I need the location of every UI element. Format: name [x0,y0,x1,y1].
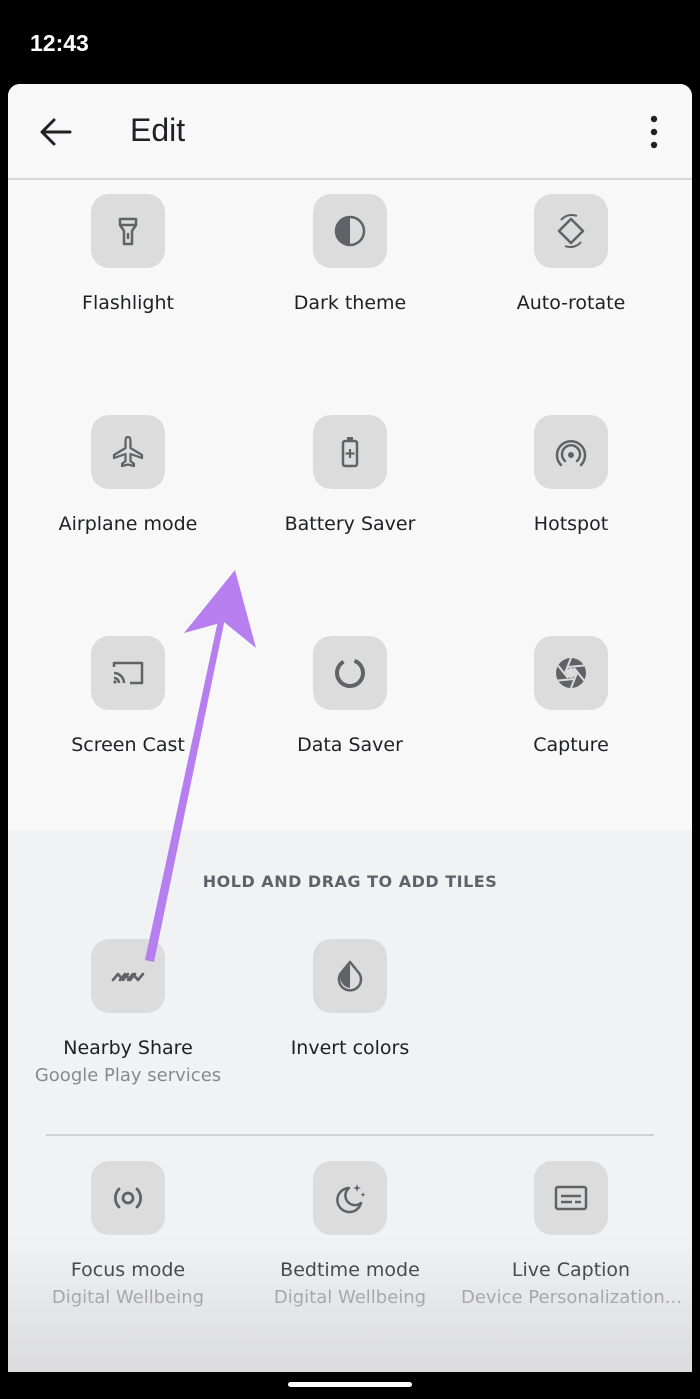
tile-flashlight[interactable]: Flashlight [18,194,238,314]
tile-label: Airplane mode [58,513,198,535]
invert-colors-icon [313,939,387,1013]
dark-theme-icon [313,194,387,268]
more-options-button[interactable] [642,112,666,152]
tile-sublabel: Device Personalization... [461,1287,681,1308]
status-time: 12:43 [30,30,89,56]
bedtime-mode-icon [313,1161,387,1235]
tile-label: Screen Cast [71,734,185,756]
nearby-share-icon [91,939,165,1013]
tile-label: Data Saver [297,734,403,756]
tile-label: Invert colors [290,1037,410,1059]
tile-sublabel: Digital Wellbeing [273,1287,427,1308]
airplane-icon [91,415,165,489]
data-saver-icon [313,636,387,710]
tile-live-caption[interactable]: Live Caption Device Personalization... [461,1161,681,1308]
tile-label: Auto-rotate [516,292,626,314]
tile-hotspot[interactable]: Hotspot [461,415,681,535]
screen-cast-icon [91,636,165,710]
tile-label: Flashlight [82,292,174,314]
tile-label: Battery Saver [284,513,416,535]
section-divider [46,1134,654,1136]
tile-auto-rotate[interactable]: Auto-rotate [461,194,681,314]
tile-battery-saver[interactable]: Battery Saver [240,415,460,535]
back-button[interactable] [36,112,76,152]
tile-label: Live Caption [511,1259,631,1281]
tile-label: Hotspot [533,513,609,535]
app-bar: Edit [8,84,692,180]
home-gesture-handle[interactable] [288,1382,412,1387]
more-vert-icon [650,115,658,149]
tile-label: Bedtime mode [280,1259,420,1281]
flashlight-icon [91,194,165,268]
capture-icon [534,636,608,710]
auto-rotate-icon [534,194,608,268]
tile-airplane-mode[interactable]: Airplane mode [18,415,238,535]
battery-saver-icon [313,415,387,489]
tile-sublabel: Google Play services [34,1065,222,1086]
tile-dark-theme[interactable]: Dark theme [240,194,460,314]
tile-label: Capture [533,734,609,756]
tile-label: Nearby Share [63,1037,193,1059]
tile-bedtime-mode[interactable]: Bedtime mode Digital Wellbeing [240,1161,460,1308]
add-tiles-header: HOLD AND DRAG TO ADD TILES [202,872,498,891]
tile-nearby-share[interactable]: Nearby Share Google Play services [18,939,238,1086]
status-bar: 12:43 [0,0,700,84]
tile-label: Focus mode [70,1259,186,1281]
edit-panel: Edit Flashlight Dark theme Auto-rotate A… [8,84,692,1372]
focus-mode-icon [91,1161,165,1235]
back-arrow-icon [40,118,72,146]
tile-screen-cast[interactable]: Screen Cast [18,636,238,756]
hotspot-icon [534,415,608,489]
tile-label: Dark theme [293,292,407,314]
tile-data-saver[interactable]: Data Saver [240,636,460,756]
live-caption-icon [534,1161,608,1235]
page-title: Edit [130,112,186,148]
tile-invert-colors[interactable]: Invert colors [240,939,460,1059]
tile-capture[interactable]: Capture [461,636,681,756]
tile-sublabel: Digital Wellbeing [51,1287,205,1308]
navigation-bar [0,1372,700,1399]
tile-focus-mode[interactable]: Focus mode Digital Wellbeing [18,1161,238,1308]
